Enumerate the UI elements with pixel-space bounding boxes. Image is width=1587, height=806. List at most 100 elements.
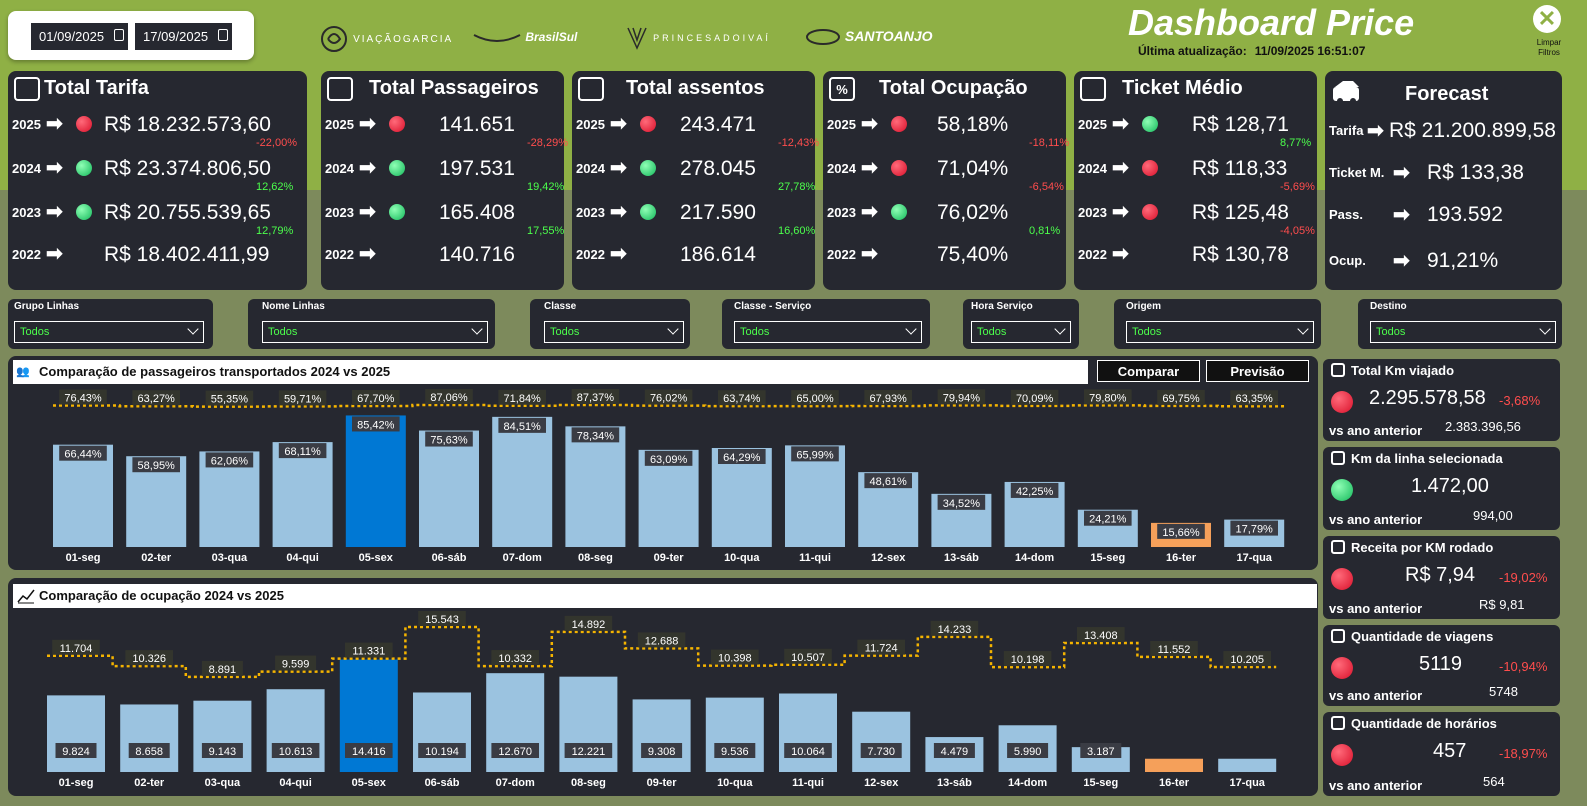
side-kpi-prev-value: 564 (1483, 774, 1505, 789)
x-tick-label: 14-dom (1015, 552, 1054, 564)
bar-03-qua[interactable] (193, 700, 252, 772)
kpi-value: 165.408 (439, 201, 515, 224)
filter-selected-value: Todos (740, 326, 770, 338)
forecast-button[interactable]: Previsão (1206, 360, 1309, 382)
filter-dropdown[interactable]: Todos (1126, 321, 1314, 343)
arrow-right-icon: ➡ (1393, 162, 1410, 184)
bar-value-label: 75,63% (430, 435, 468, 447)
year-label: 2025 (1078, 117, 1107, 132)
bar-value-label: 9.536 (721, 746, 749, 758)
year-label: 2024 (576, 161, 605, 176)
line-point-label: 11.724 (865, 643, 898, 655)
arrow-right-icon: ➡ (861, 243, 878, 265)
forecast-card: Forecast Tarifa ➡ R$ 21.200.899,58 Ticket M… (1325, 71, 1562, 290)
calendar-icon[interactable] (114, 29, 124, 41)
update-value: 11/09/2025 16:51:07 (1254, 44, 1366, 58)
bar-value-label: 10.194 (425, 746, 459, 758)
status-red-dot-icon (1331, 568, 1353, 590)
status-green-dot-icon (1142, 116, 1158, 132)
x-tick-label: 04-qui (286, 552, 318, 564)
x-tick-label: 06-sáb (425, 777, 460, 789)
kpi-change-pct: 17,55% (527, 225, 565, 237)
bar-10-qua[interactable] (705, 697, 764, 772)
kpi-change-pct: -5,69% (1280, 181, 1315, 193)
filter-label: Origem (1126, 301, 1162, 312)
year-label: 2023 (325, 205, 354, 220)
bar-value-label: 64,29% (723, 452, 761, 464)
line-point-label: 79,80% (1089, 392, 1127, 404)
forecast-value: R$ 21.200.899,58 (1389, 119, 1556, 142)
kpi-card-total-assentos: Total assentos 2025 ➡ 243.471 -12,43% 2024 ➡ 27… (572, 71, 819, 290)
logo-viacao-garcia: VIAÇÃOGARCIA (320, 25, 453, 53)
bar-07-dom[interactable] (492, 416, 553, 547)
bar-value-label: 66,44% (64, 449, 102, 461)
chevron-down-icon (187, 323, 199, 335)
filter-dropdown[interactable]: Todos (14, 321, 204, 343)
side-kpi-total-km-viajado: Total Km viajado 2.295.578,58 -3,68% vs ano… (1323, 359, 1560, 441)
year-label: 2022 (325, 247, 354, 262)
bar-17-qua[interactable] (1218, 758, 1277, 772)
bar-06-sáb[interactable] (413, 692, 471, 772)
kpi-value: R$ 130,78 (1192, 243, 1289, 266)
calendar-icon[interactable] (218, 29, 228, 41)
line-point-label: 71,84% (504, 393, 542, 405)
arrow-right-icon: ➡ (359, 113, 376, 135)
bar-01-seg[interactable] (47, 695, 105, 772)
line-point-label: 63,35% (1236, 393, 1274, 405)
status-green-dot-icon (389, 160, 405, 176)
passengers-chart-title: 👥 Comparação de passageiros transportado… (13, 360, 1088, 384)
kpi-card-title: Total Passageiros (369, 77, 539, 99)
compare-button[interactable]: Comparar (1097, 360, 1200, 382)
kpi-change-pct: 12,62% (256, 181, 294, 193)
x-tick-label: 04-qui (279, 777, 311, 789)
side-kpi-title: Receita por KM rodado (1331, 540, 1493, 555)
date-to-input[interactable]: 17/09/2025 (135, 23, 232, 50)
status-red-dot-icon (1331, 657, 1353, 679)
arrow-right-icon: ➡ (861, 157, 878, 179)
filter-dropdown[interactable]: Todos (1370, 321, 1556, 343)
side-kpi-value: R$ 7,94 (1405, 564, 1476, 586)
bar-05-sex[interactable] (345, 415, 406, 547)
filter-dropdown[interactable]: Todos (971, 321, 1071, 343)
x-tick-label: 15-seg (1083, 777, 1118, 789)
chevron-down-icon (905, 323, 917, 335)
filter-dropdown[interactable]: Todos (262, 321, 488, 343)
filter-grupo-linhas: Grupo Linhas Todos (8, 299, 213, 349)
status-green-dot-icon (76, 204, 92, 220)
bar-value-label: 15,66% (1162, 527, 1200, 539)
bar-value-label: 14.416 (352, 746, 386, 758)
bar-09-ter[interactable] (632, 699, 691, 772)
filter-classe: Classe Todos (530, 299, 690, 349)
bar-value-label: 4.479 (941, 746, 969, 758)
bar-02-ter[interactable] (120, 704, 179, 772)
kpi-change-pct: -12,43% (778, 137, 819, 149)
date-from-input[interactable]: 01/09/2025 (31, 23, 128, 50)
bar-08-seg[interactable] (565, 426, 626, 547)
bar-06-sáb[interactable] (419, 430, 479, 547)
filter-dropdown[interactable]: Todos (734, 321, 922, 343)
bar-04-qui[interactable] (266, 689, 325, 772)
clear-filters-button[interactable]: ✕ (1533, 5, 1561, 33)
x-tick-label: 07-dom (496, 777, 535, 789)
year-label: 2023 (12, 205, 41, 220)
kpi-value: 71,04% (937, 157, 1009, 180)
bar-11-qui[interactable] (779, 693, 837, 772)
arrow-right-icon: ➡ (861, 201, 878, 223)
arrow-right-icon: ➡ (1393, 204, 1410, 226)
status-red-dot-icon (1331, 391, 1353, 413)
filter-hora-servi-o: Hora Serviço Todos (963, 299, 1079, 349)
status-red-dot-icon (1331, 744, 1353, 766)
kpi-value: 217.590 (680, 201, 756, 224)
side-kpi-icon (1331, 451, 1345, 465)
bar-16-ter[interactable] (1145, 758, 1203, 772)
arrow-right-icon: ➡ (1367, 120, 1384, 142)
side-kpi-value: 2.295.578,58 (1369, 387, 1486, 409)
bar-12-sex[interactable] (852, 711, 911, 772)
filter-dropdown[interactable]: Todos (544, 321, 684, 343)
filter-label: Nome Linhas (262, 301, 325, 312)
filter-label: Hora Serviço (971, 301, 1033, 312)
side-kpi-prev-value: R$ 9,81 (1479, 597, 1525, 612)
kpi-value: 186.614 (680, 243, 756, 266)
status-green-dot-icon (891, 204, 907, 220)
side-kpi-receita-por-km-rodado: Receita por KM rodado R$ 7,94 -19,02% vs an… (1323, 536, 1560, 619)
